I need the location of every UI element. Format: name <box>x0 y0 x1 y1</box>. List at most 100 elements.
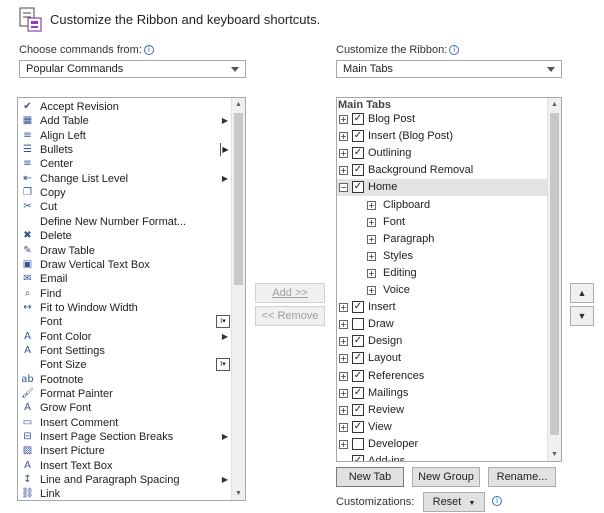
tree-tab-item[interactable]: + ✓ Mailings <box>337 385 545 402</box>
scroll-up-icon[interactable]: ▲ <box>232 98 245 111</box>
tree-group-item[interactable]: + Font <box>337 214 545 231</box>
command-item[interactable]: ✔ Accept Revision <box>18 100 230 114</box>
tab-checkbox[interactable]: ✓ <box>352 301 364 314</box>
expand-icon[interactable]: + <box>339 115 348 124</box>
command-item[interactable]: Font I▾ <box>18 315 230 329</box>
remove-button[interactable]: << Remove <box>255 306 325 326</box>
scroll-down-icon[interactable]: ▼ <box>548 448 561 461</box>
expand-icon[interactable]: + <box>367 217 376 227</box>
expand-icon[interactable]: + <box>339 166 348 176</box>
tree-group-item[interactable]: + Voice <box>337 282 545 299</box>
command-item[interactable]: ⛓ Link <box>18 487 230 500</box>
new-tab-button[interactable]: New Tab <box>336 467 404 487</box>
tree-tab-item[interactable]: + Draw <box>337 316 545 333</box>
expand-icon[interactable]: + <box>367 200 376 210</box>
scroll-thumb[interactable] <box>234 113 243 285</box>
command-item[interactable]: A Insert Text Box <box>18 459 230 473</box>
choose-commands-dropdown[interactable]: Popular Commands <box>19 60 246 78</box>
expand-icon[interactable]: + <box>339 371 348 381</box>
reset-info-icon[interactable]: i <box>490 495 502 507</box>
command-item[interactable]: A Font Settings <box>18 344 230 358</box>
tab-checkbox[interactable]: ✓ <box>352 113 364 125</box>
rename-button[interactable]: Rename... <box>488 467 556 487</box>
command-item[interactable]: ✉ Email <box>18 272 230 286</box>
add-button[interactable]: Add >> <box>255 283 325 303</box>
tree-tab-item[interactable]: + ✓ Review <box>337 402 545 419</box>
info-icon[interactable]: i <box>143 45 154 55</box>
tab-checkbox[interactable]: ✓ <box>352 369 364 382</box>
tree-group-item[interactable]: + Clipboard <box>337 197 545 214</box>
command-item[interactable]: ≡ Align Left <box>18 129 230 143</box>
tab-checkbox[interactable]: ✓ <box>352 420 364 433</box>
tab-checkbox[interactable]: ✓ <box>352 335 364 348</box>
command-item[interactable]: ☰ Bullets ▶ <box>18 143 230 157</box>
scroll-thumb[interactable] <box>550 113 559 435</box>
command-item[interactable]: ❐ Copy <box>18 186 230 200</box>
tree-tab-item[interactable]: + ✓ Outlining <box>337 145 545 162</box>
tree-tab-item[interactable]: + ✓ Blog Post <box>337 111 545 128</box>
expand-icon[interactable]: + <box>339 388 348 398</box>
tree-tab-item[interactable]: + ✓ Layout <box>337 350 545 367</box>
command-item[interactable]: Define New Number Format... <box>18 215 230 229</box>
tab-checkbox[interactable]: ✓ <box>352 455 364 461</box>
tab-checkbox[interactable]: ✓ <box>352 403 364 416</box>
expand-icon[interactable]: + <box>367 251 376 261</box>
tab-checkbox[interactable]: ✓ <box>352 147 364 160</box>
tab-checkbox[interactable] <box>352 318 364 331</box>
command-item[interactable]: ⊟ Insert Page Section Breaks ▶ <box>18 430 230 444</box>
info-icon[interactable]: i <box>449 45 460 55</box>
new-group-button[interactable]: New Group <box>412 467 480 487</box>
tree-tab-item[interactable]: + ✓ Background Removal <box>337 162 545 179</box>
expand-icon[interactable]: + <box>339 303 348 313</box>
command-item[interactable]: A Font Color ▶ <box>18 330 230 344</box>
expand-icon[interactable]: + <box>339 405 348 415</box>
tab-checkbox[interactable] <box>352 437 364 450</box>
tab-checkbox[interactable]: ✓ <box>352 386 364 399</box>
command-item[interactable]: A Grow Font <box>18 401 230 415</box>
expand-icon[interactable]: + <box>367 286 376 295</box>
tab-checkbox[interactable]: ✓ <box>352 352 364 365</box>
tree-tab-item[interactable]: + ✓ Insert <box>337 299 545 316</box>
command-item[interactable]: ✂ Cut <box>18 200 230 214</box>
move-down-button[interactable]: ▼ <box>570 306 594 326</box>
expand-icon[interactable]: + <box>339 132 348 142</box>
command-item[interactable]: ✖ Delete <box>18 229 230 243</box>
tab-checkbox[interactable]: ✓ <box>352 130 364 143</box>
tree-scrollbar[interactable]: ▲ ▼ <box>547 98 561 461</box>
expand-icon[interactable]: + <box>367 268 376 278</box>
tree-tab-item[interactable]: ✓ Add-ins <box>337 453 545 461</box>
command-item[interactable]: ↔ Fit to Window Width <box>18 301 230 315</box>
tree-tab-item[interactable]: + ✓ View <box>337 419 545 436</box>
expand-icon[interactable]: + <box>339 422 348 432</box>
command-item[interactable]: ab Footnote <box>18 373 230 387</box>
tree-tab-item[interactable]: + ✓ Insert (Blog Post) <box>337 128 545 145</box>
expand-icon[interactable]: + <box>339 337 348 347</box>
expand-icon[interactable]: + <box>339 439 348 449</box>
customize-ribbon-dropdown[interactable]: Main Tabs <box>336 60 562 78</box>
command-item[interactable]: ▨ Insert Picture <box>18 444 230 458</box>
expand-icon[interactable]: + <box>339 354 348 364</box>
scroll-up-icon[interactable]: ▲ <box>548 98 561 111</box>
command-item[interactable]: Font Size I▾ <box>18 358 230 372</box>
tree-tab-item[interactable]: + ✓ References <box>337 368 545 385</box>
command-item[interactable]: ▦ Add Table ▶ <box>18 114 230 128</box>
commands-list[interactable]: ▲ ▼ ✔ Accept Revision ▦ Add Table ▶ ≡ Align Le… <box>17 97 246 501</box>
tree-tab-item[interactable]: + Developer <box>337 436 545 453</box>
move-up-button[interactable]: ▲ <box>570 283 594 303</box>
command-item[interactable]: ⌕ Find <box>18 287 230 301</box>
tree-group-item[interactable]: + Paragraph <box>337 231 545 248</box>
command-item[interactable]: 🖌 Format Painter <box>18 387 230 401</box>
tab-checkbox[interactable]: ✓ <box>352 181 364 194</box>
command-item[interactable]: ✎ Draw Table <box>18 244 230 258</box>
tree-group-item[interactable]: + Styles <box>337 248 545 265</box>
tree-tab-item[interactable]: + ✓ Design <box>337 333 545 350</box>
expand-icon[interactable]: + <box>367 234 376 244</box>
expand-icon[interactable]: + <box>339 320 348 330</box>
collapse-icon[interactable]: − <box>339 183 348 193</box>
command-item[interactable]: ↕ Line and Paragraph Spacing ▶ <box>18 473 230 487</box>
tree-group-item[interactable]: + Editing <box>337 265 545 282</box>
expand-icon[interactable]: + <box>339 149 348 159</box>
command-item[interactable]: ⇤ Change List Level ▶ <box>18 172 230 186</box>
reset-button[interactable]: Reset ▼ <box>423 492 485 512</box>
ribbon-tabs-tree[interactable]: Main Tabs ▲ ▼ + ✓ Blog Post + ✓ Insert (Blog … <box>336 97 562 462</box>
